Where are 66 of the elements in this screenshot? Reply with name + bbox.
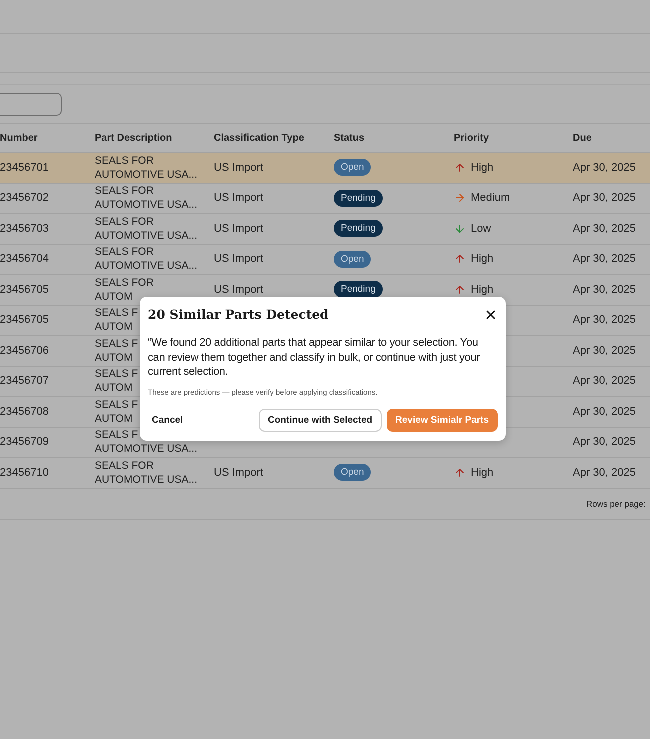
priority-label: Medium [471, 192, 510, 204]
table-cell-text: 23456702 [0, 192, 50, 204]
table-cell-text: US Import [214, 253, 265, 266]
priority-label: High [471, 466, 494, 479]
dialog-message: “We found 20 additional parts that appear similar to your selection. You can review them together and classify in bulk, or continue with just your current selection. [148, 336, 482, 380]
status-badge: Pending [334, 220, 383, 238]
table-cell-text: 23456710 [0, 466, 50, 479]
column-header: Priority [454, 132, 490, 144]
table-row[interactable]: 23456704 SEALS FOR AUTOMOTIVE USA... US Import Open High Apr 30, 2025 [0, 244, 650, 275]
search-field[interactable] [0, 92, 62, 116]
status-badge: Pending [334, 190, 383, 207]
table-row[interactable]: 23456703 SEALS FOR AUTOMOTIVE USA... US Import Pending Low Apr 30, 2025 [0, 214, 650, 244]
table-cell-text: US Import [214, 192, 265, 204]
table-cell-text: Apr 30, 2025 [573, 222, 637, 235]
status-badge: Pending [334, 281, 383, 298]
table-row[interactable]: 23456710 SEALS FOR AUTOMOTIVE USA... US Import Open High Apr 30, 2025 [0, 458, 650, 488]
table-cell-text: 23456708 [0, 406, 50, 418]
column-header: Status [334, 132, 366, 144]
priority-label: High [471, 284, 494, 296]
table-cell-text: 23456709 [0, 436, 50, 448]
table-cell: SEALS F AUTOM [95, 306, 138, 334]
status-badge: Open [334, 250, 372, 268]
priority-label: Low [471, 222, 492, 235]
column-header: Due [573, 132, 593, 144]
column-header: Classification Type [214, 132, 306, 144]
table-cell: SEALS FOR AUTOMOTIVE USA... [95, 154, 198, 182]
table-row[interactable]: 23456701 SEALS FOR AUTOMOTIVE USA... US Import Open High Apr 30, 2025 [0, 153, 650, 184]
rows-per-page-label: Rows per page: [586, 498, 646, 508]
table-cell-text: 23456706 [0, 344, 50, 357]
priority-label: High [471, 162, 494, 174]
table-cell-text: Apr 30, 2025 [573, 436, 637, 448]
status-badge: Open [334, 159, 372, 176]
table-cell-text: US Import [214, 222, 265, 235]
status-badge: Open [334, 464, 372, 482]
table-cell-text: Apr 30, 2025 [573, 466, 637, 479]
table-cell-text: Apr 30, 2025 [573, 406, 637, 418]
table-cell: SEALS FOR AUTOMOTIVE USA... [95, 184, 198, 212]
dialog-title: 20 Similar Parts Detected [148, 307, 329, 322]
priority-label: High [471, 253, 494, 266]
table-row[interactable]: 23456702 SEALS FOR AUTOMOTIVE USA... US Import Pending Medium Apr 30, 2025 [0, 184, 650, 214]
table-cell-text: Apr 30, 2025 [573, 162, 637, 174]
table-cell: SEALS FOR AUTOMOTIVE USA... [95, 458, 198, 487]
table-cell-text: 23456703 [0, 222, 50, 235]
table-cell-text: 23456705 [0, 284, 50, 296]
table-cell-text: 23456705 [0, 314, 50, 326]
table-cell: SEALS FOR AUTOMOTIVE USA... [95, 214, 198, 243]
table-cell-text: Apr 30, 2025 [573, 375, 637, 388]
column-header: Part Description [95, 132, 174, 144]
table-cell-text: Apr 30, 2025 [573, 314, 637, 326]
table-cell: SEALS F AUTOM [95, 398, 138, 426]
table-cell-text: 23456701 [0, 162, 50, 174]
table-cell-text: Apr 30, 2025 [573, 192, 637, 204]
table-cell-text: US Import [214, 284, 265, 296]
table-cell-text: Apr 30, 2025 [573, 284, 637, 296]
table-cell: SEALS F AUTOM [95, 336, 138, 365]
table-cell-text: Apr 30, 2025 [573, 253, 637, 266]
table-cell: SEALS F AUTOM [95, 367, 138, 396]
table-cell-text: 23456707 [0, 375, 50, 388]
table-cell: SEALS FOR AUTOM [95, 276, 154, 304]
table-cell-text: Apr 30, 2025 [573, 344, 637, 357]
table-cell: SEALS FOR AUTOMOTIVE USA... [95, 245, 198, 274]
table-cell-text: US Import [214, 162, 265, 174]
table-cell-text: US Import [214, 466, 265, 479]
secondary-button[interactable]: Continue with Selected [259, 408, 382, 432]
column-header: Number [0, 132, 39, 144]
table-cell-text: 23456704 [0, 253, 50, 266]
